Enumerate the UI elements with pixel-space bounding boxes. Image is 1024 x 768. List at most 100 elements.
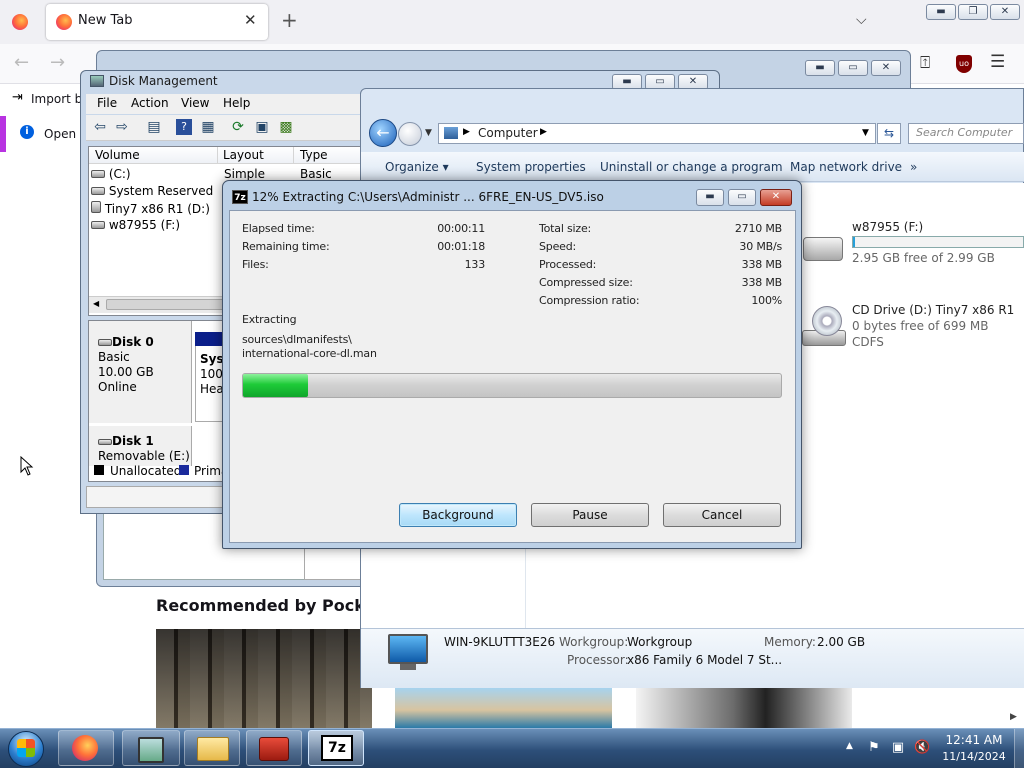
- firefox-close-button[interactable]: ✕: [990, 4, 1020, 20]
- pause-button[interactable]: Pause: [531, 503, 649, 527]
- pocket-card-image-3[interactable]: [636, 688, 852, 728]
- volume-name: (C:): [108, 167, 131, 181]
- column-volume[interactable]: Volume: [95, 148, 140, 162]
- clock-time[interactable]: 12:41 AM: [944, 733, 1004, 747]
- computer-icon: [444, 127, 458, 139]
- tab-title: New Tab: [78, 13, 133, 28]
- network-icon[interactable]: ▣: [890, 740, 906, 756]
- dialog-minimize-button[interactable]: ▬: [696, 189, 724, 206]
- remaining-value: 00:01:18: [437, 240, 485, 253]
- tab-close-icon[interactable]: ✕: [244, 11, 257, 29]
- properties-icon[interactable]: ▦: [200, 119, 216, 135]
- breadcrumb-arrow-icon[interactable]: ▶: [463, 127, 470, 137]
- bg-minimize-button[interactable]: ▬: [805, 60, 835, 76]
- breadcrumb-computer[interactable]: Computer: [478, 126, 538, 140]
- computer-monitor-icon: [388, 634, 428, 664]
- help-icon[interactable]: ?: [176, 119, 192, 135]
- legend-swatch-unallocated: [94, 465, 104, 475]
- extraction-progress-bar: [242, 373, 782, 398]
- firefox-minimize-button[interactable]: ▬: [926, 4, 956, 20]
- address-dropdown-chevron-icon[interactable]: ▼: [862, 128, 869, 138]
- ublock-origin-icon[interactable]: uo: [956, 55, 972, 73]
- pocket-heading: Recommended by Pocket: [156, 596, 383, 615]
- background-button[interactable]: Background: [399, 503, 517, 527]
- extraction-progress-fill: [243, 374, 308, 397]
- cancel-button[interactable]: Cancel: [663, 503, 781, 527]
- forward-arrow-icon[interactable]: →: [50, 52, 65, 73]
- scrollbar-thumb[interactable]: [106, 299, 226, 310]
- files-value: 133: [464, 258, 486, 271]
- tab-new-tab[interactable]: New Tab ✕: [46, 4, 268, 40]
- show-desktop-button[interactable]: [1014, 729, 1024, 768]
- bg-maximize-button[interactable]: ▭: [838, 60, 868, 76]
- firefox-restore-button[interactable]: ❐: [958, 4, 988, 20]
- cd-disc-icon: [812, 306, 842, 336]
- current-directory: sources\dlmanifests\: [242, 333, 352, 346]
- refresh-icon[interactable]: ⟳: [230, 119, 246, 135]
- hamburger-menu-icon[interactable]: ☰: [990, 52, 1005, 72]
- pocket-card-image-2[interactable]: [395, 688, 612, 728]
- info-icon: i: [20, 125, 34, 139]
- column-type[interactable]: Type: [300, 148, 328, 162]
- menu-help[interactable]: Help: [223, 96, 250, 110]
- back-arrow-icon[interactable]: ←: [14, 52, 29, 73]
- drive-d-free-space: 0 bytes free of 699 MB: [852, 319, 989, 333]
- table-row[interactable]: (C:): [91, 167, 131, 181]
- clock-date[interactable]: 11/14/2024: [936, 750, 1012, 763]
- monitor-stand: [400, 664, 416, 670]
- menu-view[interactable]: View: [181, 96, 209, 110]
- computer-management-icon: [138, 737, 164, 763]
- recent-pages-chevron-icon[interactable]: ▼: [425, 128, 432, 138]
- toolbox-icon: [259, 737, 289, 761]
- settings-icon[interactable]: ▩: [278, 119, 294, 135]
- partition-color-bar: [195, 332, 225, 346]
- table-row[interactable]: System Reserved: [91, 184, 213, 198]
- menu-action[interactable]: Action: [131, 96, 169, 110]
- files-label: Files:: [242, 258, 269, 271]
- tab-list-chevron-icon[interactable]: ⌵: [856, 12, 867, 28]
- table-row[interactable]: Tiny7 x86 R1 (D:): [91, 201, 210, 216]
- drive-d-name[interactable]: CD Drive (D:) Tiny7 x86 R1: [852, 303, 1014, 317]
- dialog-maximize-button[interactable]: ▭: [728, 189, 756, 206]
- scroll-left-arrow-icon[interactable]: ◀: [93, 299, 99, 308]
- compressed-size-value: 338 MB: [741, 276, 783, 289]
- workgroup-label: Workgroup:: [559, 635, 629, 649]
- forward-arrow-icon[interactable]: ⇨: [114, 119, 130, 135]
- console-tree-icon[interactable]: ▤: [146, 119, 162, 135]
- new-tab-button[interactable]: +: [281, 10, 298, 30]
- rescan-icon[interactable]: ▣: [254, 119, 270, 135]
- organize-button[interactable]: Organize ▾: [385, 160, 449, 174]
- processed-value: 338 MB: [741, 258, 783, 271]
- refresh-button[interactable]: ⇆: [877, 123, 901, 144]
- drive-f-name[interactable]: w87955 (F:): [852, 220, 923, 234]
- table-row[interactable]: w87955 (F:): [91, 218, 180, 232]
- disk0-size: 10.00 GB: [98, 365, 154, 379]
- compression-ratio-label: Compression ratio:: [539, 294, 640, 307]
- bg-close-button[interactable]: ✕: [871, 60, 901, 76]
- volume-muted-icon[interactable]: 🔇: [914, 740, 930, 756]
- import-bookmarks-link[interactable]: Import b: [31, 92, 82, 106]
- removable-drive-icon[interactable]: [803, 237, 843, 261]
- action-center-flag-icon[interactable]: ⚑: [866, 740, 882, 756]
- compressed-size-label: Compressed size:: [539, 276, 633, 289]
- explorer-forward-button[interactable]: [398, 122, 422, 146]
- more-commands-button[interactable]: »: [910, 160, 917, 174]
- extensions-puzzle-icon[interactable]: ⍐: [920, 53, 930, 73]
- map-network-drive-button[interactable]: Map network drive: [790, 160, 902, 174]
- show-hidden-icons-chevron-icon[interactable]: ▲: [846, 741, 853, 751]
- column-separator: [293, 147, 294, 164]
- volume-name: w87955 (F:): [108, 218, 181, 232]
- disk-management-title: Disk Management: [109, 74, 218, 88]
- pocket-card-image-1[interactable]: [156, 629, 372, 728]
- processor-value: x86 Family 6 Model 7 St...: [627, 653, 783, 667]
- uninstall-program-button[interactable]: Uninstall or change a program: [600, 160, 783, 174]
- scroll-right-arrow-icon[interactable]: ▶: [1010, 712, 1017, 722]
- speed-value: 30 MB/s: [739, 240, 782, 253]
- breadcrumb-arrow-icon[interactable]: ▶: [540, 127, 547, 137]
- system-properties-button[interactable]: System properties: [476, 160, 586, 174]
- back-arrow-icon[interactable]: ⇦: [92, 119, 108, 135]
- dialog-close-button[interactable]: ✕: [760, 189, 792, 206]
- explorer-back-button[interactable]: ←: [369, 119, 397, 147]
- menu-file[interactable]: File: [97, 96, 117, 110]
- column-layout[interactable]: Layout: [223, 148, 264, 162]
